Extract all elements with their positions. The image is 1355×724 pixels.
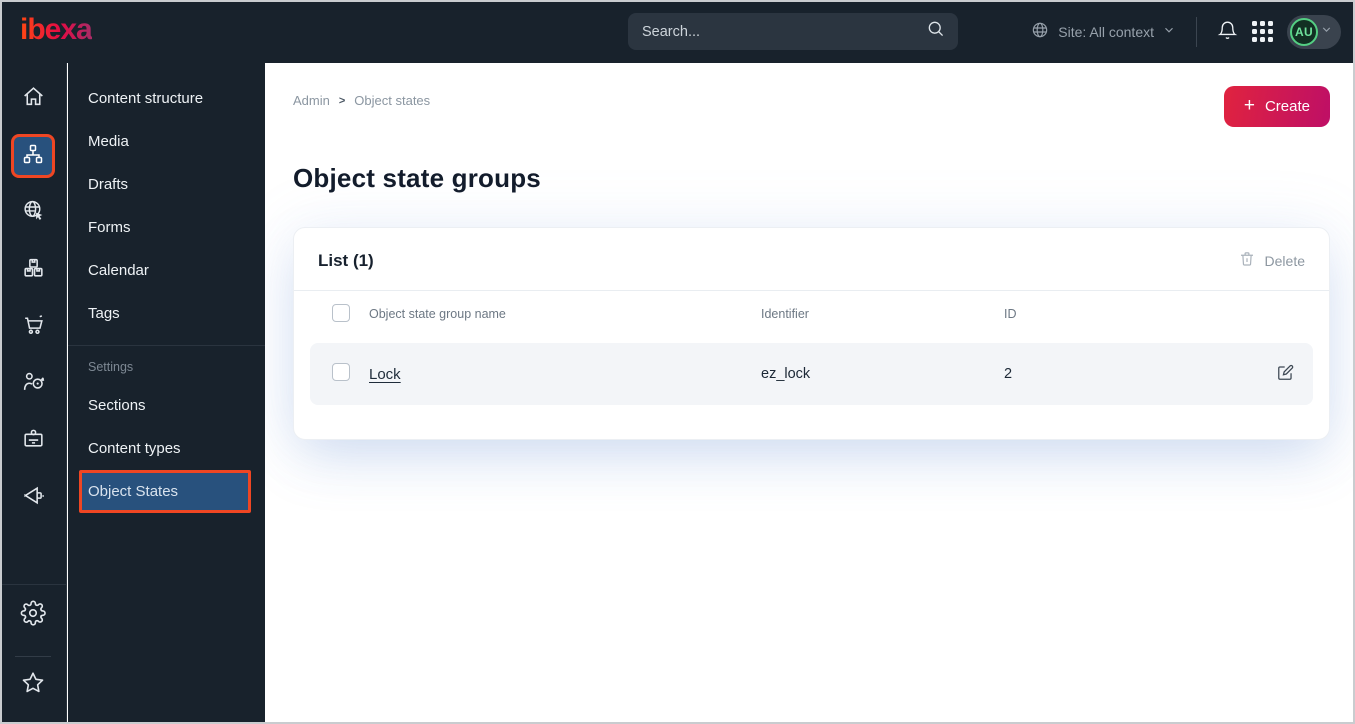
main-content: Admin > Object states + Create Object st… <box>265 63 1355 724</box>
breadcrumb-object-states[interactable]: Object states <box>354 93 430 108</box>
table-header-row: Object state group name Identifier ID <box>310 291 1313 337</box>
chevron-down-icon <box>1162 23 1176 40</box>
gear-icon <box>20 600 46 631</box>
search-icon[interactable] <box>926 19 946 44</box>
edit-button[interactable] <box>1276 363 1295 385</box>
edit-icon <box>1276 363 1295 385</box>
topbar: ibexa Site: All context AU <box>0 0 1355 63</box>
sidebar-item-calendar[interactable]: Calendar <box>68 249 265 292</box>
sidebar-item-content-structure[interactable]: Content structure <box>68 77 265 120</box>
row-checkbox[interactable] <box>332 363 350 381</box>
rail-divider-short <box>15 656 51 657</box>
object-state-groups-table: Object state group name Identifier ID Lo… <box>294 291 1329 439</box>
settings-section-label: Settings <box>88 360 134 374</box>
plus-icon: + <box>1243 95 1255 116</box>
notifications-button[interactable] <box>1217 20 1238 44</box>
rail-item-products[interactable] <box>11 248 55 292</box>
create-button-label: Create <box>1264 98 1310 115</box>
object-state-group-link[interactable]: Lock <box>369 366 401 383</box>
sidebar-item-content-types[interactable]: Content types <box>68 427 265 470</box>
grid-icon <box>1252 21 1273 42</box>
avatar: AU <box>1290 17 1318 46</box>
rail-divider <box>0 584 66 585</box>
sidebar-item-object-states[interactable]: Object States <box>79 470 251 513</box>
id-badge-icon <box>21 426 46 456</box>
sidebar-item-tags[interactable]: Tags <box>68 292 265 335</box>
row-id: 2 <box>1004 366 1013 382</box>
sidebar-item-media[interactable]: Media <box>68 120 265 163</box>
card-header: List (1) Delete <box>294 228 1329 291</box>
breadcrumb-separator: > <box>338 94 346 107</box>
icon-rail <box>0 63 67 724</box>
apps-grid-button[interactable] <box>1252 21 1273 42</box>
object-state-groups-card: List (1) Delete Object state group name … <box>293 227 1330 440</box>
breadcrumb-admin[interactable]: Admin <box>293 93 330 108</box>
rail-item-personalization[interactable] <box>11 362 55 406</box>
rail-item-bookmarks[interactable] <box>11 663 55 707</box>
breadcrumb: Admin > Object states <box>293 86 430 108</box>
create-button[interactable]: + Create <box>1223 86 1330 127</box>
topbar-right: Site: All context AU <box>1030 0 1341 63</box>
delete-button-label: Delete <box>1264 252 1305 269</box>
star-icon <box>20 670 46 701</box>
row-identifier: ez_lock <box>761 366 811 382</box>
rail-item-content-structure[interactable] <box>11 134 55 178</box>
main-header: Admin > Object states + Create <box>293 86 1330 127</box>
rail-item-settings[interactable] <box>11 593 55 637</box>
page-title: Object state groups <box>293 163 541 193</box>
bell-icon <box>1217 20 1238 44</box>
topbar-divider <box>1196 16 1197 47</box>
site-context-label: Site: All context <box>1058 23 1154 40</box>
rail-item-marketing[interactable] <box>11 476 55 520</box>
globe-icon <box>1030 20 1050 43</box>
search-input[interactable] <box>642 23 926 40</box>
rail-item-home[interactable] <box>11 77 55 121</box>
menu-sidebar: Content structure Media Drafts Forms Cal… <box>68 63 265 724</box>
sidebar-item-sections[interactable]: Sections <box>68 384 265 427</box>
site-context-dropdown[interactable]: Site: All context <box>1030 20 1176 43</box>
boxes-icon <box>21 255 46 285</box>
cart-icon <box>21 312 46 342</box>
person-target-icon <box>21 369 46 399</box>
global-search[interactable] <box>628 13 958 50</box>
home-icon <box>21 84 46 114</box>
table-row: Lock ez_lock 2 <box>310 343 1313 405</box>
trash-icon <box>1238 250 1256 271</box>
rail-item-site[interactable] <box>11 191 55 235</box>
user-menu[interactable]: AU <box>1287 14 1341 49</box>
ibexa-logo[interactable]: ibexa <box>20 14 93 49</box>
list-title: List (1) <box>318 250 374 270</box>
rail-bottom <box>0 584 66 724</box>
column-header-identifier: Identifier <box>761 307 809 321</box>
chevron-down-icon <box>1320 23 1333 41</box>
delete-button[interactable]: Delete <box>1238 250 1305 271</box>
megaphone-icon <box>21 483 46 513</box>
rail-item-corporate[interactable] <box>11 419 55 463</box>
rail-item-commerce[interactable] <box>11 305 55 349</box>
column-header-name: Object state group name <box>369 307 506 321</box>
menu-divider <box>68 345 265 346</box>
column-header-id: ID <box>1004 307 1017 321</box>
sidebar-item-drafts[interactable]: Drafts <box>68 163 265 206</box>
sidebar-item-forms[interactable]: Forms <box>68 206 265 249</box>
globe-cursor-icon <box>21 198 46 228</box>
select-all-checkbox[interactable] <box>332 303 350 322</box>
sitemap-icon <box>21 142 45 171</box>
